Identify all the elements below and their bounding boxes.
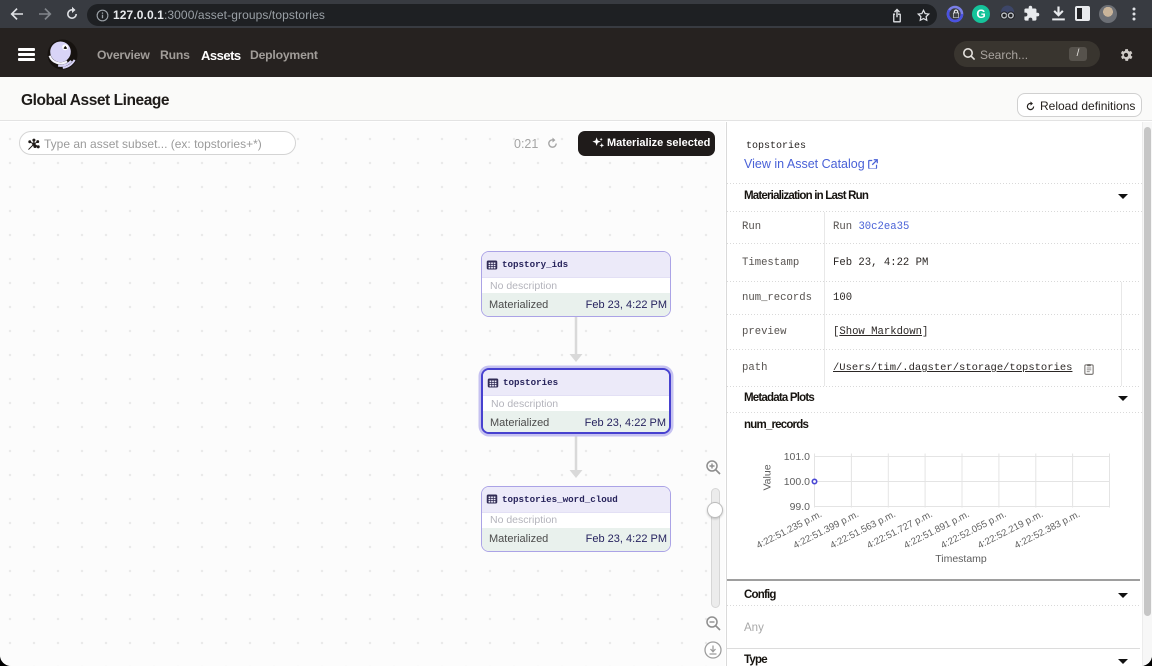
svg-text:Value: Value xyxy=(762,464,774,490)
svg-text:101.0: 101.0 xyxy=(784,451,810,463)
svg-text:4:22:52.383 p.m.: 4:22:52.383 p.m. xyxy=(1013,509,1082,551)
svg-text:99.0: 99.0 xyxy=(790,501,811,513)
svg-text:100.0: 100.0 xyxy=(784,476,810,488)
svg-text:Timestamp: Timestamp xyxy=(935,553,987,565)
